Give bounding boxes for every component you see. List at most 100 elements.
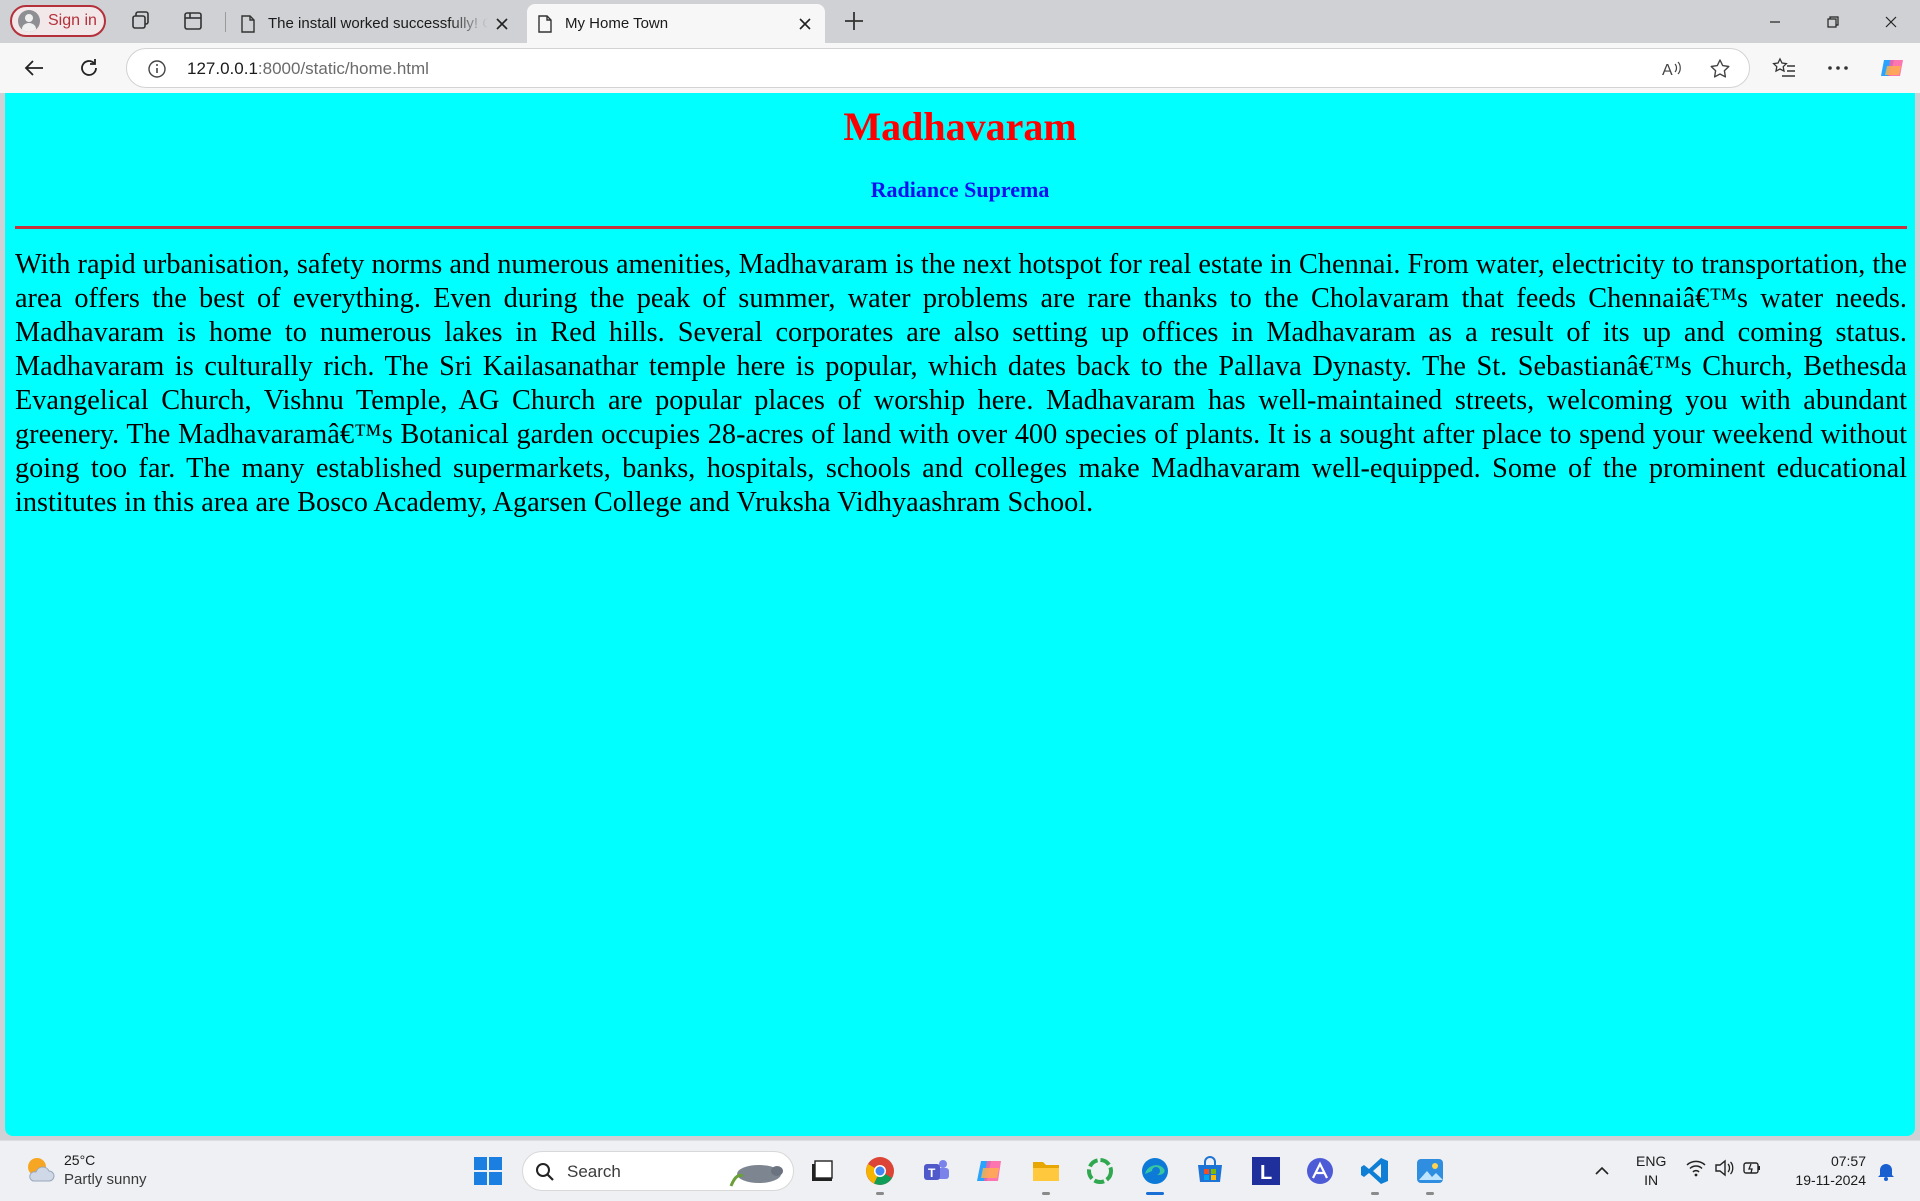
- read-aloud-icon[interactable]: A: [1661, 58, 1683, 80]
- chrome-icon: [866, 1157, 894, 1185]
- search-icon: [536, 1163, 554, 1181]
- page-icon: [241, 14, 255, 33]
- running-indicator: [1371, 1192, 1379, 1195]
- minimize-button[interactable]: [1746, 0, 1804, 43]
- close-tab-icon[interactable]: [791, 10, 819, 38]
- restore-icon: [1827, 15, 1839, 28]
- search-highlight-icon: [729, 1165, 783, 1187]
- page-icon: [538, 14, 552, 33]
- refresh-icon: [81, 59, 97, 76]
- favorites-button[interactable]: [1770, 54, 1798, 82]
- running-indicator: [1042, 1192, 1050, 1195]
- edge-icon: [1142, 1158, 1168, 1184]
- taskbar-search[interactable]: Search: [522, 1151, 794, 1191]
- close-window-button[interactable]: [1862, 0, 1920, 43]
- ellipsis-icon: [1828, 66, 1848, 70]
- volume-icon: [1715, 1159, 1734, 1177]
- running-indicator: [1146, 1192, 1164, 1195]
- sign-in-button[interactable]: Sign in: [10, 5, 106, 37]
- battery-icon: [1743, 1162, 1760, 1174]
- more-options-button[interactable]: [1824, 54, 1852, 82]
- windows-logo-icon: [474, 1157, 502, 1185]
- svg-text:A: A: [1662, 62, 1673, 79]
- store-icon: [1198, 1156, 1222, 1182]
- page-title: Madhavaram: [843, 104, 1077, 149]
- restore-button[interactable]: [1804, 0, 1862, 43]
- new-tab-button[interactable]: [842, 9, 866, 33]
- taskbar-app-edge[interactable]: [1137, 1153, 1173, 1195]
- svg-text:T: T: [928, 1166, 936, 1180]
- tab-title: The install worked successfully! Congrat…: [268, 15, 488, 32]
- refresh-button[interactable]: [75, 54, 103, 82]
- l-app-icon: L: [1252, 1157, 1280, 1185]
- workspaces-icon[interactable]: [130, 10, 152, 32]
- url-host: 127.0.0.1: [187, 59, 258, 78]
- copilot-button[interactable]: [1878, 54, 1906, 82]
- taskbar-app-chrome[interactable]: [862, 1153, 898, 1195]
- taskbar-app-store[interactable]: [1192, 1153, 1228, 1189]
- bell-icon: [1878, 1164, 1894, 1181]
- partly-sunny-icon: [28, 1158, 55, 1182]
- weather-widget[interactable]: 25°C Partly sunny: [24, 1151, 147, 1189]
- close-icon: [1885, 16, 1897, 27]
- url-path: :8000/static/home.html: [257, 59, 429, 78]
- back-arrow-icon: [24, 60, 43, 76]
- running-indicator: [1426, 1192, 1434, 1195]
- running-indicator: [876, 1192, 884, 1195]
- language-code: ENG: [1636, 1153, 1667, 1169]
- taskbar-app-teams[interactable]: T: [918, 1153, 954, 1189]
- window-controls: [1746, 0, 1920, 43]
- weather-description: Partly sunny: [64, 1171, 147, 1188]
- chevron-up-icon: [1595, 1166, 1609, 1175]
- taskbar-app-l[interactable]: L: [1248, 1153, 1284, 1189]
- taskbar-app-copilot[interactable]: [972, 1153, 1008, 1189]
- start-button[interactable]: [470, 1153, 506, 1189]
- photos-icon: [1417, 1159, 1443, 1183]
- weather-temperature: 25°C: [64, 1152, 96, 1168]
- url-text: 127.0.0.1:8000/static/home.html: [187, 59, 429, 79]
- taskbar-app-arc[interactable]: [1302, 1153, 1338, 1189]
- copilot-icon: [977, 1161, 1001, 1181]
- favorite-star-icon[interactable]: [1709, 58, 1731, 80]
- page-viewport: Madhavaram Radiance Suprema With rapid u…: [5, 93, 1915, 1136]
- back-button[interactable]: [20, 54, 48, 82]
- clock[interactable]: 07:57 19-11-2024: [1780, 1152, 1866, 1190]
- taskbar-app-sync[interactable]: [1082, 1153, 1118, 1189]
- folder-icon: [1033, 1162, 1059, 1181]
- tab-strip: Sign in The install worked successfully!…: [0, 0, 1920, 43]
- tab-actions-icon[interactable]: [182, 10, 204, 32]
- region-code: IN: [1644, 1172, 1659, 1188]
- address-bar[interactable]: 127.0.0.1:8000/static/home.html A: [126, 48, 1750, 88]
- tab-title: My Home Town: [565, 15, 669, 32]
- file-explorer-icon: [812, 1160, 833, 1181]
- arc-app-icon: [1307, 1158, 1333, 1184]
- profile-avatar-icon: [18, 10, 40, 32]
- tab-my-home-town[interactable]: My Home Town: [527, 4, 825, 43]
- tab-separator: [225, 12, 226, 32]
- favorites-list-icon: [1772, 57, 1795, 77]
- browser-toolbar: 127.0.0.1:8000/static/home.html A: [0, 43, 1920, 93]
- vscode-icon: [1361, 1158, 1388, 1184]
- site-info-icon[interactable]: [147, 59, 167, 79]
- svg-text:L: L: [1260, 1162, 1272, 1184]
- input-language[interactable]: ENG IN: [1636, 1152, 1666, 1190]
- refresh-app-icon: [1087, 1158, 1113, 1184]
- taskbar-app-folder[interactable]: [1028, 1153, 1064, 1195]
- notifications-button[interactable]: [1868, 1153, 1904, 1189]
- minimize-icon: [1770, 20, 1780, 23]
- body-paragraph: With rapid urbanisation, safety norms an…: [15, 249, 1907, 518]
- tab-install-worked[interactable]: The install worked successfully! Congrat…: [230, 4, 522, 43]
- taskbar-app-vscode[interactable]: [1357, 1153, 1393, 1195]
- copilot-icon: [1881, 60, 1903, 76]
- plus-icon: [845, 12, 863, 30]
- teams-icon: T: [924, 1160, 949, 1180]
- horizontal-rule: [15, 226, 1907, 229]
- close-tab-icon[interactable]: [488, 10, 516, 38]
- taskbar-app-files[interactable]: [804, 1153, 840, 1189]
- date: 19-11-2024: [1795, 1172, 1866, 1188]
- wifi-icon: [1686, 1160, 1706, 1177]
- time: 07:57: [1830, 1153, 1866, 1169]
- show-hidden-icons-button[interactable]: [1584, 1153, 1620, 1189]
- system-tray-icons[interactable]: [1686, 1159, 1762, 1177]
- taskbar-app-photos[interactable]: [1412, 1153, 1448, 1195]
